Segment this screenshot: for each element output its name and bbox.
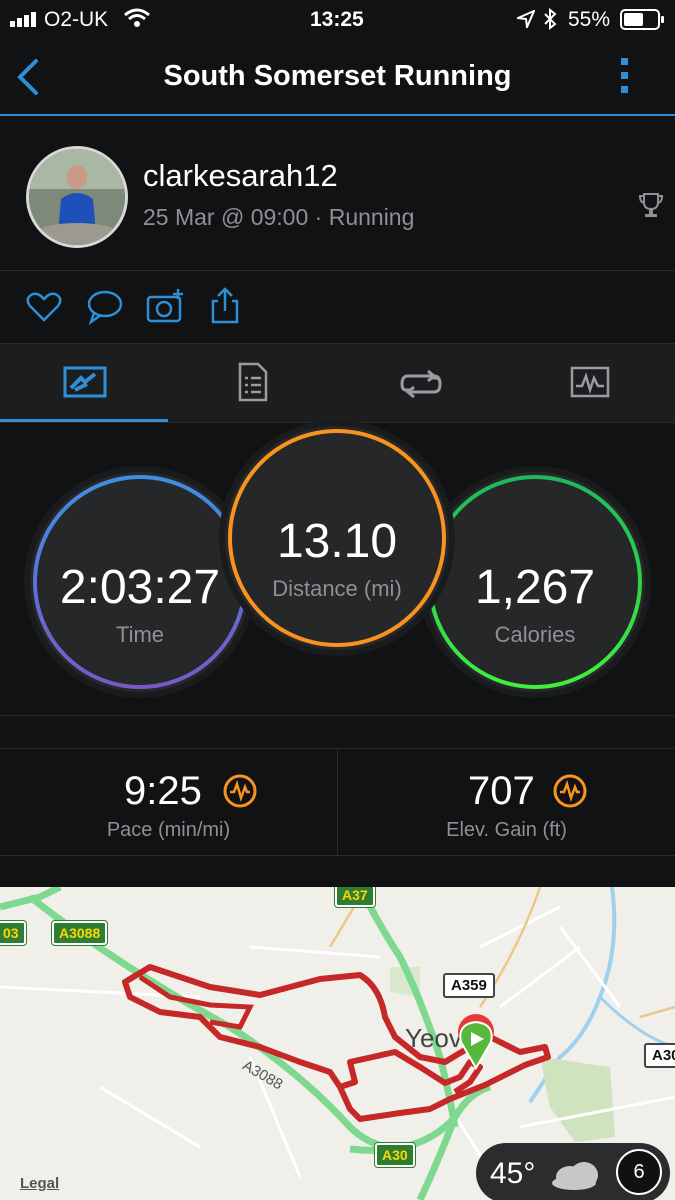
elevation-value: 707 [468, 769, 535, 813]
road-label-a359: A359 [443, 973, 495, 998]
metrics-panel: 2:03:27 Time 1,267 Calories 13.10 Distan… [0, 423, 675, 716]
calories-value: 1,267 [474, 561, 596, 614]
road-label-a37: A37 [335, 887, 375, 907]
battery-icon [620, 9, 664, 30]
action-bar [0, 271, 675, 344]
road-label-a3088: A3088 [52, 921, 108, 945]
weather-badge[interactable]: 45° 6 [476, 1143, 670, 1200]
elevation-insight-icon[interactable] [552, 773, 588, 809]
add-photo-icon[interactable] [146, 287, 186, 325]
battery-percent: 55% [568, 8, 611, 31]
tab-overview[interactable] [0, 344, 168, 422]
signal-icon [10, 12, 36, 27]
share-icon[interactable] [210, 287, 240, 325]
elevation-label: Elev. Gain (ft) [446, 819, 567, 841]
weather-temp: 45° [490, 1157, 536, 1190]
page-title: South Somerset Running [163, 60, 512, 92]
start-marker-icon[interactable] [455, 1014, 497, 1070]
username[interactable]: clarkesarah12 [143, 158, 338, 194]
trophy-icon [639, 193, 663, 217]
overview-tab-icon [63, 366, 107, 398]
time-label: Time [115, 622, 165, 647]
laps-tab-icon [400, 370, 442, 398]
pace-insight-icon[interactable] [222, 773, 258, 809]
nav-bar: South Somerset Running [0, 38, 675, 116]
route-map[interactable]: 03 A3088 A37 A359 A30 A30 A3088 Yeov Leg… [0, 887, 675, 1200]
activity-header: clarkesarah12 25 Mar @ 09:00 · Running [0, 116, 675, 271]
location-icon [517, 10, 535, 28]
tab-laps[interactable] [336, 344, 504, 422]
distance-value: 13.10 [276, 515, 398, 568]
pace-value: 9:25 [124, 769, 202, 813]
charts-tab-icon [570, 366, 610, 398]
comment-icon[interactable] [86, 289, 124, 325]
tab-bar [0, 344, 675, 423]
details-tab-icon [238, 362, 268, 402]
wifi-icon [124, 8, 150, 27]
bluetooth-icon [544, 8, 557, 30]
heart-icon[interactable] [26, 291, 62, 323]
wind-badge: 6 [616, 1149, 662, 1195]
town-label: Yeov [405, 1023, 462, 1053]
cloud-icon [552, 1162, 598, 1190]
avatar-photo [29, 149, 125, 245]
stats-row: 9:25 Pace (min/mi) 707 Elev. Gain (ft) [0, 748, 675, 856]
status-time: 13:25 [310, 8, 364, 31]
time-metric: 2:03:27 Time [30, 472, 250, 692]
road-label-a30-east: A30 [644, 1043, 675, 1068]
time-value: 2:03:27 [59, 561, 221, 614]
more-vertical-icon[interactable] [618, 56, 632, 96]
legal-link[interactable]: Legal [20, 1175, 59, 1192]
calories-label: Calories [494, 622, 576, 647]
road-label-a30: A30 [375, 1143, 415, 1167]
status-bar: O2-UK 13:25 55% [0, 0, 675, 38]
pace-label: Pace (min/mi) [106, 819, 231, 841]
tab-details[interactable] [168, 344, 336, 422]
avatar[interactable] [26, 146, 128, 248]
distance-metric: 13.10 Distance (mi) [225, 426, 449, 650]
tab-charts[interactable] [504, 344, 672, 422]
distance-label: Distance (mi) [272, 576, 402, 601]
road-label-03: 03 [0, 921, 26, 945]
activity-meta: 25 Mar @ 09:00 · Running [143, 204, 415, 230]
calories-metric: 1,267 Calories [425, 472, 645, 692]
carrier-name: O2-UK [44, 8, 109, 31]
